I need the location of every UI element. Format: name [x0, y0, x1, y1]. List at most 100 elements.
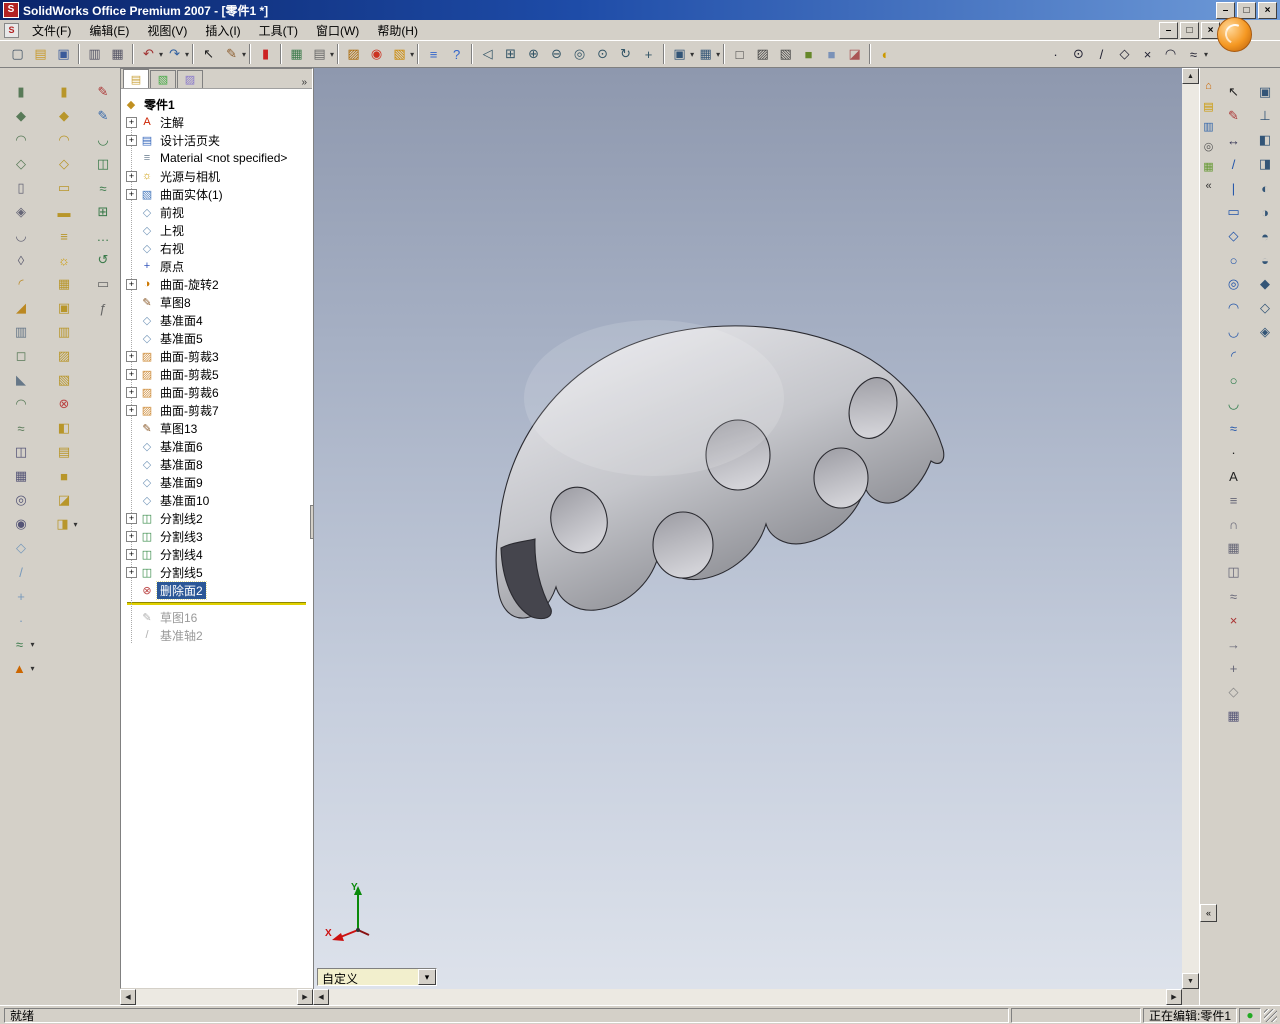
delete-face-icon[interactable]: ⊗	[52, 393, 76, 415]
tree-item[interactable]: +▨曲面-剪裁5	[124, 365, 312, 383]
help-icon[interactable]: ?	[446, 44, 467, 65]
reference-point-icon[interactable]: ·	[9, 609, 33, 631]
collapse-task-pane-icon[interactable]: «	[1200, 177, 1217, 195]
expand-toggle[interactable]: +	[126, 351, 137, 362]
expand-toggle[interactable]: +	[126, 369, 137, 380]
tree-item[interactable]: +▤设计活页夹	[124, 131, 312, 149]
print-icon[interactable]: ▥	[84, 44, 105, 65]
sketch-entities-flyout-icon[interactable]: ✎	[221, 44, 242, 65]
realview-graphics-icon[interactable]: ◐	[875, 44, 896, 65]
cutout-hole[interactable]	[814, 448, 868, 508]
new-document-icon[interactable]: ▢	[7, 44, 28, 65]
extruded-surface-icon[interactable]: ▮	[52, 81, 76, 103]
tree-item[interactable]: ◇基准面8	[124, 455, 312, 473]
rebuild-icon[interactable]: ◉	[366, 44, 387, 65]
sketch-entities-flyout-dropdown-icon[interactable]: ▾	[242, 50, 246, 59]
spline-tool-dropdown-icon[interactable]: ▾	[1204, 50, 1208, 59]
scroll-down-icon[interactable]: ▼	[1182, 973, 1199, 989]
grid-settings-icon[interactable]: ▦	[286, 44, 307, 65]
menu-tools[interactable]: 工具(T)	[250, 20, 307, 41]
filled-surface-icon[interactable]: ▣	[52, 297, 76, 319]
tree-item[interactable]: ◇基准面5	[124, 329, 312, 347]
tree-item[interactable]: +◑曲面-旋转2	[124, 275, 312, 293]
project-curve-icon[interactable]: ◡	[91, 129, 115, 151]
hidden-lines-removed-icon[interactable]: ▧	[775, 44, 796, 65]
spline-tool-button[interactable]: ≈▾	[1182, 44, 1208, 65]
pan-icon[interactable]: +	[638, 44, 659, 65]
lofted-cut-icon[interactable]: ◊	[9, 249, 33, 271]
scroll-right-icon[interactable]: ▶	[1166, 989, 1182, 1005]
tree-item[interactable]: ◇基准面6	[124, 437, 312, 455]
zoom-to-selection-icon[interactable]: ⊙	[592, 44, 613, 65]
spline-icon[interactable]: ≈	[1222, 417, 1246, 439]
circular-pattern-icon[interactable]: ◎	[9, 489, 33, 511]
solidworks-flame-logo[interactable]	[1217, 17, 1252, 52]
select-icon[interactable]: ↖	[198, 44, 219, 65]
expand-toggle[interactable]: +	[126, 513, 137, 524]
face-curves-icon[interactable]: ▦	[1222, 537, 1246, 559]
revolved-boss-icon[interactable]: ◆	[9, 105, 33, 127]
rotate-view-icon[interactable]: ↻	[615, 44, 636, 65]
circle-tool-icon[interactable]: ⊙	[1068, 44, 1089, 65]
photoworks-render-icon[interactable]: ▨	[343, 44, 364, 65]
left-view-icon[interactable]: ◐	[1253, 177, 1277, 199]
wireframe-icon[interactable]: □	[729, 44, 750, 65]
graphics-viewport[interactable]: Y X 自定义 ▾	[313, 68, 1182, 989]
expand-toggle[interactable]: +	[126, 117, 137, 128]
reference-point-tool-icon[interactable]: ·	[1045, 44, 1066, 65]
text-icon[interactable]: A	[1222, 465, 1246, 487]
hole-wizard-icon[interactable]: ◉	[9, 513, 33, 535]
zoom-in-out-icon[interactable]: ⊕	[523, 44, 544, 65]
curve-through-points-icon[interactable]: …	[91, 225, 115, 247]
units-button[interactable]: ▤▾	[308, 44, 334, 65]
solidworks-resources-icon[interactable]: ⌂	[1200, 77, 1217, 95]
tree-item[interactable]: +◫分割线4	[124, 545, 312, 563]
composite-curve-icon[interactable]: ≈	[91, 177, 115, 199]
front-view-icon[interactable]: ◧	[1253, 129, 1277, 151]
right-view-icon[interactable]: ◑	[1253, 201, 1277, 223]
print-preview-icon[interactable]: ▦	[107, 44, 128, 65]
redo-button[interactable]: ↷▾	[163, 44, 189, 65]
curves-flyout-dropdown-icon[interactable]: ▾	[30, 640, 34, 649]
edit-color-icon[interactable]: ▧	[389, 44, 410, 65]
plane-tool-icon[interactable]: ◇	[1114, 44, 1135, 65]
centerline-icon[interactable]: |	[1222, 177, 1246, 199]
extend-entities-icon[interactable]: →	[1222, 633, 1246, 655]
chamfer-icon[interactable]: ◢	[9, 297, 33, 319]
tree-item[interactable]: ◇基准面9	[124, 473, 312, 491]
zoom-out-icon[interactable]: ⊖	[546, 44, 567, 65]
3d-sketch-icon[interactable]: ✎	[91, 105, 115, 127]
tab-overflow-button[interactable]: »	[298, 77, 310, 88]
view-palette-icon[interactable]: ▦	[1200, 157, 1217, 175]
three-point-arc-icon[interactable]: ◜	[1222, 345, 1246, 367]
replace-face-icon[interactable]: ◧	[52, 417, 76, 439]
tree-item[interactable]: +▨曲面-剪裁7	[124, 401, 312, 419]
intersection-curve-icon[interactable]: ∩	[1222, 513, 1246, 535]
back-view-icon[interactable]: ◨	[1253, 153, 1277, 175]
menu-view[interactable]: 视图(V)	[138, 20, 196, 41]
propertymanager-tab[interactable]: ▧	[150, 70, 176, 88]
close-button[interactable]: ×	[1258, 2, 1277, 19]
zoom-to-fit-icon[interactable]: ◎	[569, 44, 590, 65]
menu-edit[interactable]: 编辑(E)	[80, 20, 138, 41]
line-tool-icon[interactable]: /	[1091, 44, 1112, 65]
swept-surface-icon[interactable]: ◠	[52, 129, 76, 151]
sketch-entities-flyout-button[interactable]: ✎▾	[220, 44, 246, 65]
shaded-with-edges-icon[interactable]: ■	[798, 44, 819, 65]
smart-dimension-icon[interactable]: ↔	[1222, 129, 1246, 151]
expand-toggle[interactable]: +	[126, 171, 137, 182]
extruded-cut-icon[interactable]: ▯	[9, 177, 33, 199]
view-orientation-cube-icon[interactable]: ▣	[1253, 81, 1277, 103]
expand-toggle[interactable]: +	[126, 279, 137, 290]
expand-toggle[interactable]: +	[126, 531, 137, 542]
redo-dropdown-icon[interactable]: ▾	[185, 50, 189, 59]
top-view-icon[interactable]: ◓	[1253, 225, 1277, 247]
cutout-hole[interactable]	[653, 512, 713, 578]
combo-dropdown-icon[interactable]: ▾	[418, 969, 436, 985]
view-preset-combobox[interactable]: 自定义 ▾	[317, 968, 437, 986]
shaded-icon[interactable]: ■	[821, 44, 842, 65]
offset-surface-icon[interactable]: ≡	[52, 225, 76, 247]
sketch-icon[interactable]: ✎	[91, 81, 115, 103]
tree-item[interactable]: +▧曲面实体(1)	[124, 185, 312, 203]
planar-surface-icon[interactable]: ▬	[52, 201, 76, 223]
